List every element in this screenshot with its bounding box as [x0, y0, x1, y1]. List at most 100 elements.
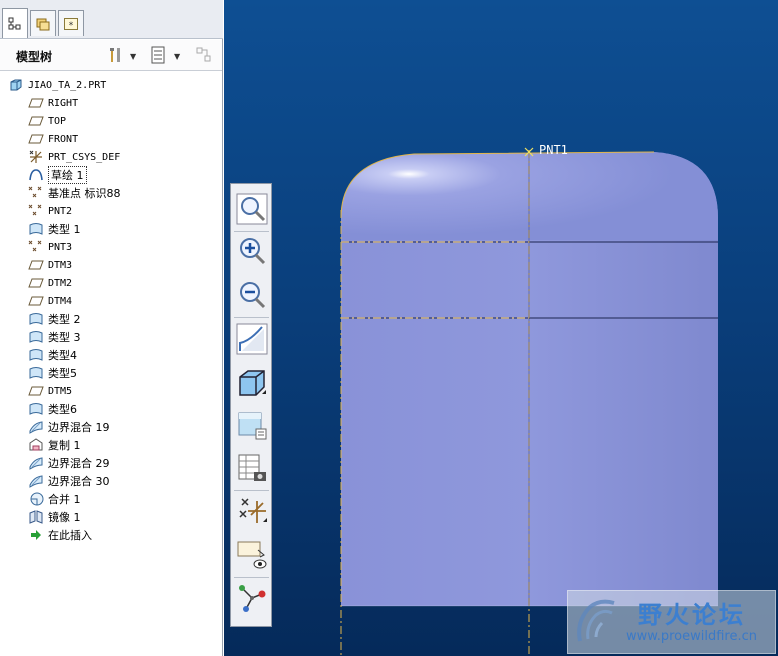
- tree-item[interactable]: 边界混合 29: [28, 454, 110, 472]
- tree-item[interactable]: PRT_CSYS_DEF: [28, 148, 120, 166]
- tree-item[interactable]: 类型4: [28, 346, 77, 364]
- tree-item-label: TOP: [48, 115, 67, 127]
- wildfire-logo-icon: [577, 599, 615, 642]
- tree-item-label: 类型 3: [48, 331, 81, 344]
- tree-item[interactable]: 边界混合 30: [28, 472, 110, 490]
- surface-icon: [28, 329, 44, 345]
- datum-point-icon: [28, 185, 44, 201]
- tree-item-label: 类型6: [48, 403, 77, 416]
- tree-item-label: 类型 1: [48, 223, 81, 236]
- favorites-tab[interactable]: *: [58, 10, 84, 36]
- tools-icon: [110, 48, 120, 62]
- tree-item-label: 合并 1: [48, 493, 81, 506]
- tree-item[interactable]: 草绘 1: [28, 166, 87, 184]
- tree-item[interactable]: 合并 1: [28, 490, 81, 508]
- tree-item[interactable]: 在此插入: [28, 526, 92, 544]
- tree-item[interactable]: PNT2: [28, 202, 72, 220]
- view-settings-button[interactable]: [235, 451, 269, 485]
- tree-item-label: PRT_CSYS_DEF: [48, 151, 121, 163]
- boundary-blend-icon: [28, 419, 44, 435]
- tree-item-label: 类型5: [48, 367, 77, 380]
- model-tree-tab[interactable]: [2, 8, 28, 38]
- datum-display-button[interactable]: [235, 494, 269, 528]
- mirror-icon: [28, 509, 44, 525]
- datum-plane-icon: [28, 113, 44, 129]
- zoom-in-icon: [240, 238, 266, 265]
- tree-item-label: 镜像 1: [48, 511, 81, 524]
- tree-item[interactable]: DTM5: [28, 382, 72, 400]
- tree-item[interactable]: 类型 3: [28, 328, 81, 346]
- boundary-blend-icon: [28, 455, 44, 471]
- datum-point-icon: [28, 239, 44, 255]
- tree-item[interactable]: 类型 1: [28, 220, 81, 238]
- datum-point-icon: [28, 203, 44, 219]
- settings-dropdown-caret[interactable]: ▼: [130, 52, 136, 61]
- tree-structure-icon: [8, 17, 21, 29]
- part-icon: [8, 77, 24, 93]
- forum-watermark: 野火论坛 www.proewildfire.cn: [567, 590, 776, 654]
- star-icon: *: [64, 17, 78, 31]
- tree-item-label: PNT2: [48, 205, 73, 217]
- tree-item[interactable]: 镜像 1: [28, 508, 81, 526]
- tree-item[interactable]: RIGHT: [28, 94, 78, 112]
- zoom-out-button[interactable]: [235, 278, 269, 312]
- tree-item[interactable]: 类型5: [28, 364, 77, 382]
- tree-item[interactable]: TOP: [28, 112, 66, 130]
- display-style-button[interactable]: [235, 366, 269, 400]
- zoom-fit-icon: [236, 193, 268, 225]
- navigator-tabs: *: [0, 0, 223, 39]
- tree-item-label: 复制 1: [48, 439, 81, 452]
- tree-root-item[interactable]: JIAO_TA_2.PRT: [8, 76, 106, 94]
- tree-item[interactable]: 复制 1: [28, 436, 81, 454]
- tree-item[interactable]: DTM4: [28, 292, 72, 310]
- tree-item-label: FRONT: [48, 133, 79, 145]
- tree-item-label: 在此插入: [48, 529, 92, 542]
- tree-item[interactable]: FRONT: [28, 130, 78, 148]
- tree-item[interactable]: PNT3: [28, 238, 72, 256]
- tree-item-label: JIAO_TA_2.PRT: [28, 79, 107, 91]
- tree-item-label: RIGHT: [48, 97, 79, 109]
- repaint-button[interactable]: [235, 322, 269, 356]
- zoom-in-button[interactable]: [235, 234, 269, 268]
- copy-icon: [28, 437, 44, 453]
- camera-table-icon: [238, 454, 266, 481]
- show-dropdown-caret[interactable]: ▼: [174, 52, 180, 61]
- csys-icon: [28, 149, 44, 165]
- refit-button[interactable]: [235, 192, 269, 226]
- tree-item[interactable]: DTM3: [28, 256, 72, 274]
- sketch-icon: [28, 167, 44, 183]
- datum-plane-icon: [28, 275, 44, 291]
- model-tree-panel: * 模型树 ▼ ▼ JIAO_TA_2.PRT RIGHT TOP FRONT PRT_…: [0, 0, 223, 656]
- saved-orientations-button[interactable]: [235, 408, 269, 442]
- model-tree-header: 模型树 ▼ ▼: [0, 40, 222, 71]
- annotation-display-button[interactable]: [235, 538, 269, 572]
- tree-item-label: DTM4: [48, 295, 73, 307]
- zoom-out-icon: [240, 282, 266, 309]
- network-button[interactable]: [235, 581, 269, 615]
- tree-item[interactable]: DTM2: [28, 274, 72, 292]
- tree-item-label: 类型 2: [48, 313, 81, 326]
- boundary-blend-icon: [28, 473, 44, 489]
- tree-item[interactable]: 基准点 标识88: [28, 184, 121, 202]
- tree-item[interactable]: 类型 2: [28, 310, 81, 328]
- datum-display-icon: [239, 498, 267, 523]
- surface-icon: [28, 401, 44, 417]
- watermark-title: 野火论坛: [638, 601, 746, 629]
- tree-item-label: 边界混合 29: [48, 457, 110, 470]
- folder-browser-tab[interactable]: [30, 10, 56, 36]
- tree-item[interactable]: 类型6: [28, 400, 77, 418]
- datum-plane-icon: [28, 95, 44, 111]
- show-button[interactable]: [148, 45, 168, 65]
- model-tree-title: 模型树: [16, 50, 53, 64]
- list-icon: [151, 46, 165, 64]
- filter-button[interactable]: [194, 45, 214, 65]
- view-toolbar: [230, 183, 272, 627]
- merge-icon: [28, 491, 44, 507]
- surface-icon: [28, 311, 44, 327]
- tree-item-label: 草绘 1: [48, 166, 87, 184]
- settings-button[interactable]: [106, 45, 126, 65]
- graphics-viewport[interactable]: [224, 0, 778, 656]
- toolbar-separator: [234, 577, 269, 578]
- tree-item[interactable]: 边界混合 19: [28, 418, 110, 436]
- tree-item-label: 类型4: [48, 349, 77, 362]
